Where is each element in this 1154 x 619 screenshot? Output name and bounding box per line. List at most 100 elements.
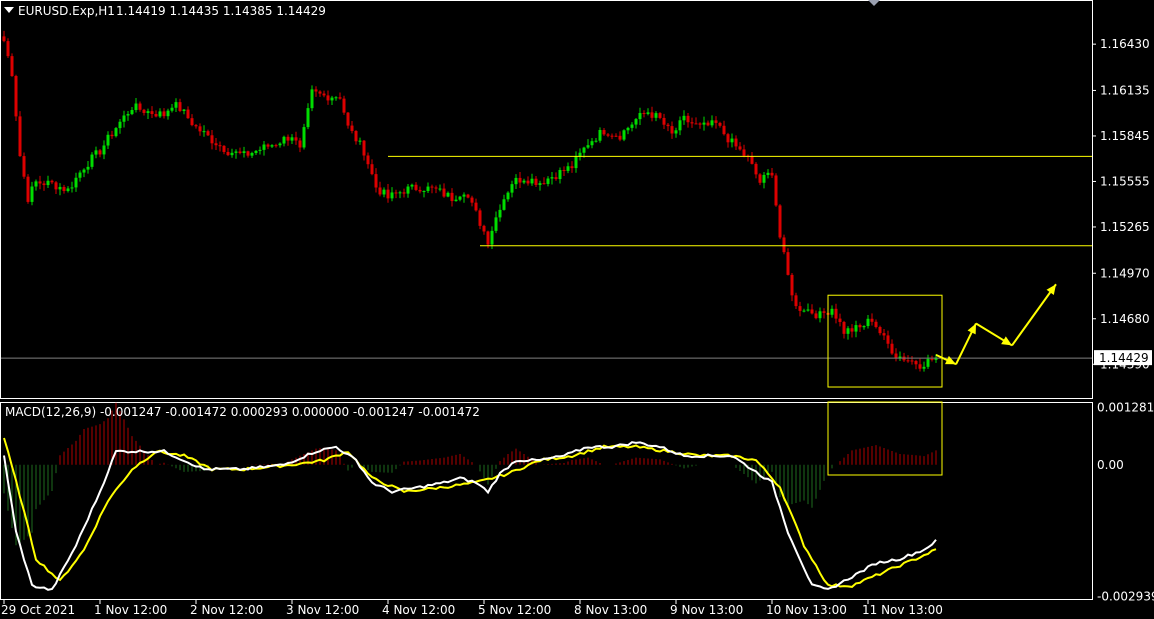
candle-body bbox=[922, 366, 926, 369]
symbol-label: EURUSD.Exp,H1 bbox=[18, 4, 115, 18]
candle-body bbox=[310, 89, 314, 109]
candle-body bbox=[254, 150, 258, 154]
candle-body bbox=[322, 93, 326, 96]
candle-body bbox=[422, 190, 426, 192]
candle-body bbox=[682, 115, 686, 121]
chart-background bbox=[0, 0, 1154, 619]
candle-body bbox=[878, 327, 882, 334]
candle-body bbox=[490, 230, 494, 245]
candle-body bbox=[194, 125, 198, 127]
candle-body bbox=[98, 150, 102, 155]
candle-body bbox=[566, 166, 570, 171]
candle-body bbox=[570, 166, 574, 169]
candle-body bbox=[370, 164, 374, 175]
candle-body bbox=[506, 192, 510, 200]
candle-body bbox=[798, 306, 802, 311]
candle-body bbox=[178, 102, 182, 111]
candle-body bbox=[46, 180, 50, 186]
price-axis-label: 1.15555 bbox=[1100, 174, 1150, 188]
candle-body bbox=[730, 138, 734, 143]
candle-body bbox=[126, 114, 130, 116]
candle-body bbox=[666, 124, 670, 127]
candle-body bbox=[134, 103, 138, 111]
macd-axis-label: 0.00 bbox=[1097, 458, 1124, 472]
candle-body bbox=[142, 109, 146, 113]
candle-body bbox=[414, 184, 418, 190]
candle-body bbox=[242, 151, 246, 154]
candle-body bbox=[154, 114, 158, 117]
price-axis-label: 1.16135 bbox=[1100, 83, 1150, 97]
candle-body bbox=[162, 111, 166, 117]
candle-body bbox=[846, 328, 850, 334]
candle-body bbox=[906, 360, 910, 362]
candle-body bbox=[526, 180, 530, 184]
candle-body bbox=[866, 318, 870, 327]
candle-body bbox=[282, 136, 286, 144]
candle-body bbox=[482, 225, 486, 232]
candle-body bbox=[914, 361, 918, 365]
candle-body bbox=[386, 189, 390, 199]
candle-body bbox=[218, 145, 222, 147]
candle-body bbox=[658, 113, 662, 118]
candle-body bbox=[910, 360, 914, 362]
candle-body bbox=[702, 122, 706, 125]
candle-body bbox=[854, 325, 858, 332]
candle-body bbox=[266, 144, 270, 147]
candle-body bbox=[246, 151, 250, 156]
candle-body bbox=[494, 217, 498, 231]
candle-body bbox=[338, 97, 342, 99]
candle-body bbox=[774, 175, 778, 206]
candle-body bbox=[630, 124, 634, 128]
candle-body bbox=[342, 98, 346, 113]
candle-body bbox=[814, 313, 818, 319]
candle-body bbox=[314, 89, 318, 92]
candle-body bbox=[466, 194, 470, 198]
candle-body bbox=[614, 135, 618, 137]
candle-body bbox=[430, 186, 434, 188]
candle-body bbox=[750, 156, 754, 164]
candle-body bbox=[382, 189, 386, 195]
candle-body bbox=[830, 308, 834, 315]
candle-body bbox=[186, 109, 190, 119]
candle-body bbox=[358, 140, 362, 142]
candle-body bbox=[594, 140, 598, 142]
candle-body bbox=[54, 182, 58, 190]
candle-body bbox=[90, 154, 94, 167]
candle-body bbox=[518, 177, 522, 183]
candle-body bbox=[74, 177, 78, 188]
candle-body bbox=[818, 311, 822, 319]
candle-body bbox=[14, 76, 18, 117]
candle-body bbox=[278, 143, 282, 146]
candle-body bbox=[302, 127, 306, 148]
time-axis-label: 8 Nov 13:00 bbox=[574, 603, 647, 617]
candle-body bbox=[754, 163, 758, 175]
candle-body bbox=[174, 102, 178, 108]
chart-canvas: 1.16430 1.16135 1.15845 1.15555 1.15265 1.149… bbox=[0, 0, 1154, 619]
candle-body bbox=[226, 151, 230, 156]
candle-body bbox=[542, 183, 546, 185]
candle-body bbox=[886, 335, 890, 344]
candle-body bbox=[810, 309, 814, 314]
candle-body bbox=[758, 174, 762, 183]
candle-body bbox=[622, 130, 626, 140]
candle-body bbox=[418, 189, 422, 192]
candle-body bbox=[590, 141, 594, 146]
candle-body bbox=[42, 183, 46, 186]
candle-body bbox=[306, 108, 310, 128]
time-axis-label: 4 Nov 12:00 bbox=[382, 603, 455, 617]
candle-body bbox=[822, 311, 826, 313]
candle-body bbox=[694, 123, 698, 125]
candle-body bbox=[638, 113, 642, 120]
time-axis-label: 29 Oct 2021 bbox=[1, 603, 75, 617]
current-price-label: 1.14429 bbox=[1099, 351, 1149, 365]
candle-body bbox=[270, 145, 274, 147]
candle-body bbox=[650, 112, 654, 118]
macd-axis-label: -0.002939 bbox=[1097, 589, 1154, 603]
candle-body bbox=[478, 210, 482, 226]
candle-body bbox=[286, 136, 290, 141]
candle-body bbox=[138, 103, 142, 110]
candle-body bbox=[34, 181, 38, 187]
candle-body bbox=[802, 310, 806, 312]
candle-body bbox=[78, 172, 82, 178]
candle-body bbox=[486, 231, 490, 245]
